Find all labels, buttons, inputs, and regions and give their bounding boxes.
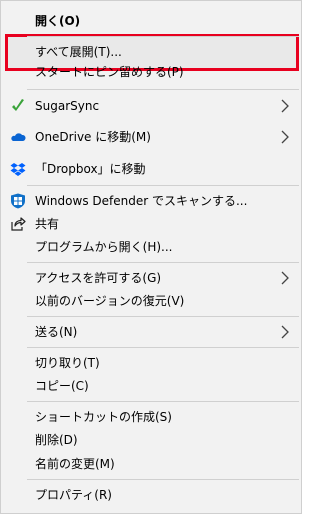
menu-item-send-to[interactable]: 送る(N) [1, 321, 301, 343]
separator [27, 347, 299, 348]
menu-item-move-to-dropbox[interactable]: 「Dropbox」に移動 [1, 158, 301, 180]
menu-item-label: コピー(C) [35, 379, 89, 393]
chevron-right-icon [280, 271, 290, 285]
menu-item-properties[interactable]: プロパティ(R) [1, 484, 301, 506]
menu-item-label: すべて展開(T)... [35, 45, 122, 59]
menu-item-label: Windows Defender でスキャンする... [35, 194, 248, 208]
menu-item-label: アクセスを許可する(G) [35, 271, 162, 285]
context-menu: 開く(O) すべて展開(T)... スタートにピン留めする(P) SugarSy… [0, 0, 302, 514]
menu-item-give-access[interactable]: アクセスを許可する(G) [1, 267, 301, 289]
menu-item-label: 削除(D) [35, 433, 78, 447]
menu-item-label: 開く(O) [35, 14, 81, 28]
menu-item-label: 切り取り(T) [35, 356, 100, 370]
onedrive-cloud-icon [10, 129, 26, 145]
menu-item-label: プロパティ(R) [35, 488, 112, 502]
menu-item-sugarsync[interactable]: SugarSync [1, 95, 301, 117]
menu-item-rename[interactable]: 名前の変更(M) [1, 453, 301, 475]
dropbox-icon [10, 161, 26, 177]
menu-item-cut[interactable]: 切り取り(T) [1, 352, 301, 374]
menu-item-extract-all[interactable]: すべて展開(T)... [1, 41, 301, 63]
menu-item-label: ショートカットの作成(S) [35, 410, 172, 424]
menu-item-share[interactable]: 共有 [1, 213, 301, 235]
menu-item-open-with[interactable]: プログラムから開く(H)... [1, 236, 301, 258]
separator [27, 89, 299, 90]
menu-item-open[interactable]: 開く(O) [1, 10, 301, 32]
menu-item-label: 以前のバージョンの復元(V) [35, 294, 185, 308]
separator [27, 36, 299, 37]
separator [27, 479, 299, 480]
chevron-right-icon [280, 99, 290, 113]
menu-item-label: プログラムから開く(H)... [35, 240, 173, 254]
menu-item-label: 共有 [35, 217, 60, 231]
menu-item-label: SugarSync [35, 99, 100, 113]
menu-item-label: 「Dropbox」に移動 [35, 162, 146, 176]
menu-item-label: 送る(N) [35, 325, 78, 339]
share-icon [10, 216, 26, 232]
menu-item-windows-defender-scan[interactable]: Windows Defender でスキャンする... [1, 190, 301, 212]
menu-item-label: 名前の変更(M) [35, 457, 115, 471]
menu-item-label: スタートにピン留めする(P) [35, 65, 184, 79]
separator [27, 316, 299, 317]
sugarsync-icon [10, 98, 26, 114]
menu-item-move-to-onedrive[interactable]: OneDrive に移動(M) [1, 126, 301, 148]
menu-item-create-shortcut[interactable]: ショートカットの作成(S) [1, 406, 301, 428]
menu-item-pin-to-start[interactable]: スタートにピン留めする(P) [1, 65, 301, 87]
menu-item-delete[interactable]: 削除(D) [1, 429, 301, 451]
menu-item-label: OneDrive に移動(M) [35, 130, 151, 144]
chevron-right-icon [280, 130, 290, 144]
separator [27, 401, 299, 402]
separator [27, 262, 299, 263]
windows-defender-shield-icon [10, 193, 26, 209]
separator [27, 185, 299, 186]
chevron-right-icon [280, 325, 290, 339]
menu-item-copy[interactable]: コピー(C) [1, 375, 301, 397]
menu-item-restore-previous-versions[interactable]: 以前のバージョンの復元(V) [1, 290, 301, 312]
